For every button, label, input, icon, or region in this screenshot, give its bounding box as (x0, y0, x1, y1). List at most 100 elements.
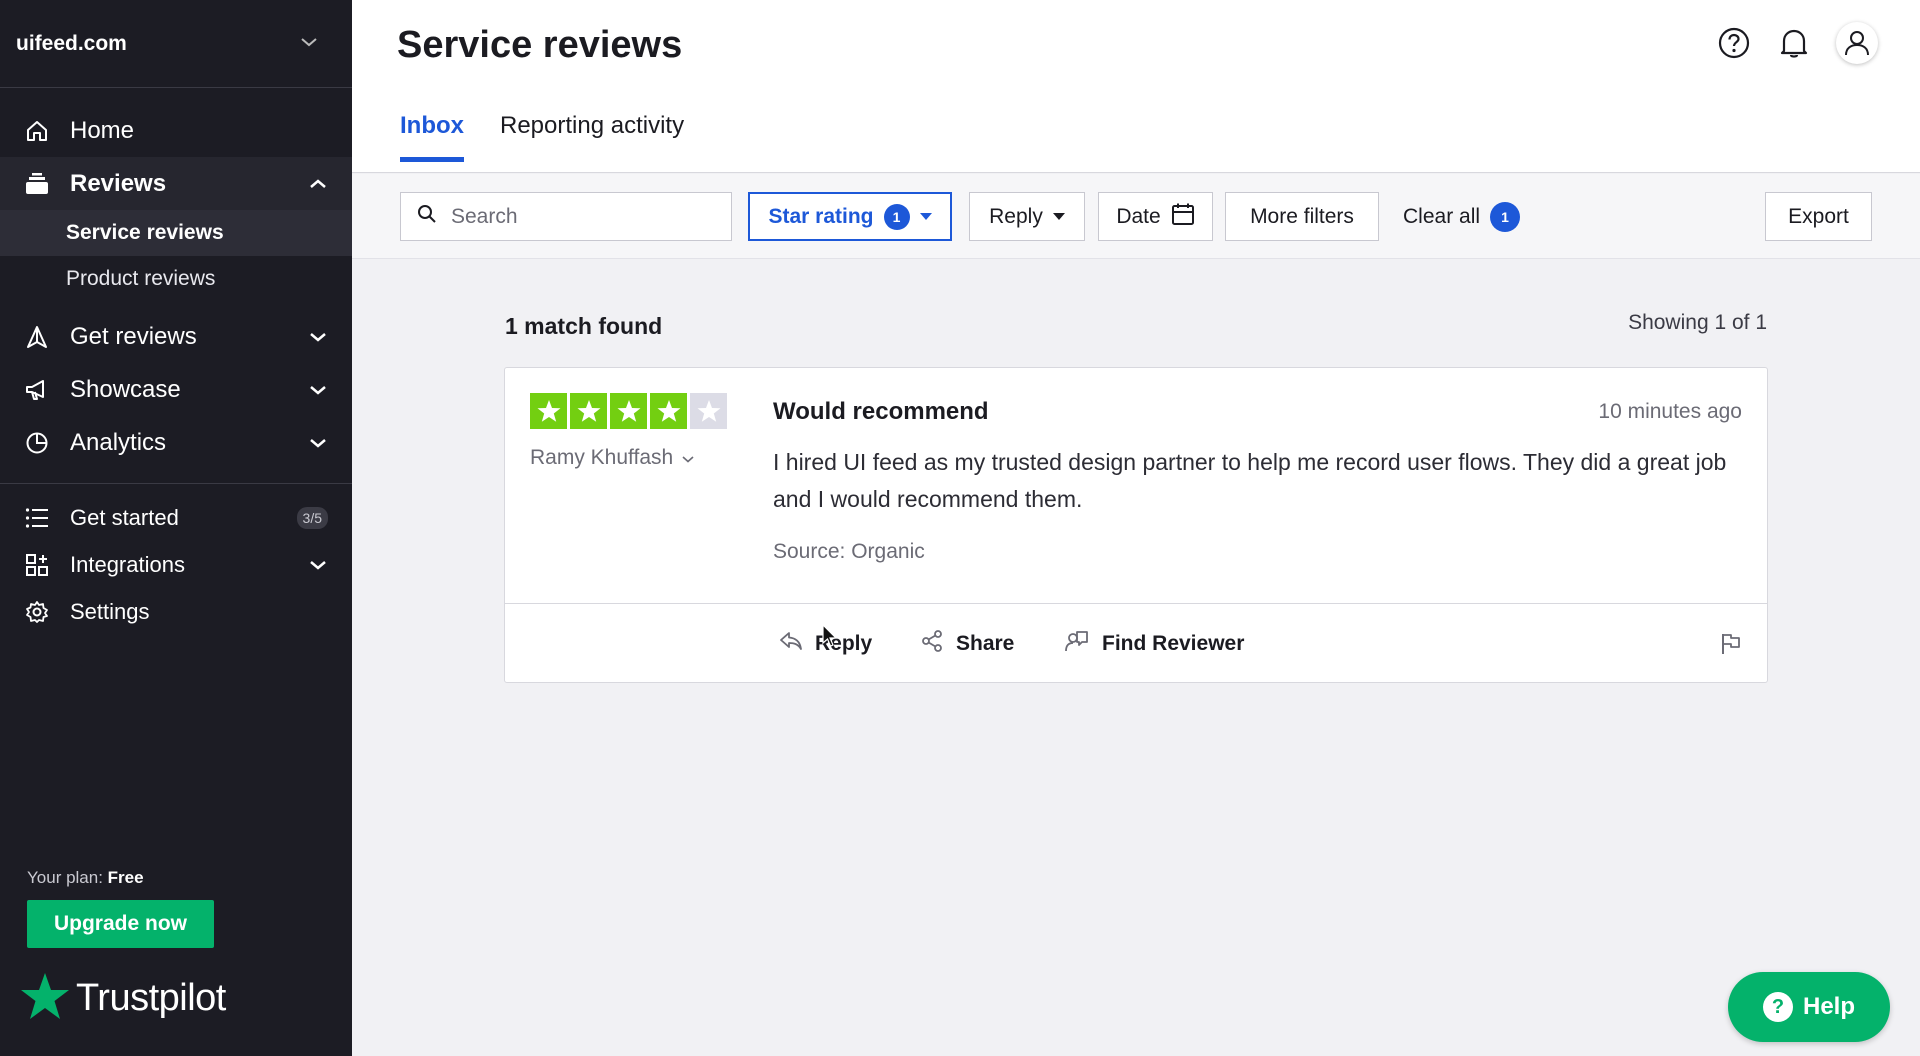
reviewer-name-dropdown[interactable]: Ramy Khuffash (530, 446, 695, 470)
user-icon (1845, 31, 1869, 56)
clear-all-label: Clear all (1403, 204, 1481, 228)
search-icon (417, 204, 437, 229)
list-icon (24, 505, 50, 531)
chevron-down-icon (308, 380, 328, 400)
caret-down-icon (1052, 213, 1065, 220)
find-reviewer-icon (1064, 629, 1090, 659)
review-source: Source: Organic (773, 540, 925, 563)
sidebar-item-label: Home (70, 116, 135, 144)
review-body: I hired UI feed as my trusted design par… (773, 449, 1727, 512)
send-arrow-icon (24, 324, 50, 350)
tab-reporting-activity[interactable]: Reporting activity (500, 112, 684, 162)
sidebar-subitem-service-reviews[interactable]: Service reviews (0, 210, 352, 256)
sidebar: uifeed.com Home Reviews Service reviews … (0, 0, 352, 1056)
find-reviewer-button[interactable]: Find Reviewer (1064, 604, 1244, 684)
caret-down-icon (919, 213, 932, 220)
plan-info: Your plan: Free (27, 868, 144, 888)
tab-inbox[interactable]: Inbox (400, 112, 464, 162)
domain-name: uifeed.com (16, 31, 127, 55)
star-rating-filter-button[interactable]: Star rating 1 (748, 192, 952, 241)
clear-all-button[interactable]: Clear all 1 (1403, 192, 1521, 241)
sidebar-item-label: Integrations (70, 551, 185, 577)
integrations-grid-icon (24, 552, 50, 578)
sidebar-divider (0, 483, 352, 484)
mouse-cursor-icon (822, 623, 838, 653)
sidebar-item-label: Settings (70, 598, 150, 624)
reply-filter-button[interactable]: Reply (969, 192, 1085, 241)
filter-label: Star rating (768, 204, 874, 228)
share-button[interactable]: Share (920, 604, 1014, 684)
upgrade-button[interactable]: Upgrade now (27, 900, 214, 948)
sidebar-item-analytics[interactable]: Analytics (0, 416, 352, 469)
chevron-up-icon (308, 174, 328, 194)
trustpilot-logo: Trustpilot (20, 972, 226, 1025)
chevron-down-icon (308, 327, 328, 347)
bell-icon[interactable] (1776, 25, 1812, 61)
page-header: Service reviews Inbox Reporting activity (352, 0, 1920, 173)
filter-label: Date (1116, 204, 1161, 228)
chevron-down-icon (308, 555, 328, 575)
sidebar-item-showcase[interactable]: Showcase (0, 363, 352, 416)
clear-all-count-badge: 1 (1490, 201, 1521, 232)
sidebar-item-label: Get started (70, 504, 179, 530)
calendar-icon (1171, 202, 1195, 232)
reviewer-name: Ramy Khuffash (530, 446, 674, 469)
question-icon: ? (1762, 992, 1793, 1022)
trustpilot-wordmark: Trustpilot (76, 977, 226, 1019)
plan-label: Your plan: (27, 868, 103, 887)
help-button[interactable]: ? Help (1728, 972, 1890, 1042)
search-field[interactable] (400, 192, 732, 241)
sidebar-item-home[interactable]: Home (0, 104, 352, 157)
sidebar-item-settings[interactable]: Settings (0, 588, 352, 635)
star-icon (530, 393, 567, 429)
help-circle-icon[interactable] (1716, 25, 1752, 61)
reviews-inbox-icon (24, 171, 50, 197)
page-title: Service reviews (397, 24, 683, 66)
chevron-down-icon (308, 433, 328, 453)
sidebar-item-integrations[interactable]: Integrations (0, 541, 352, 588)
star-rating (530, 393, 727, 429)
filter-label: Reply (989, 204, 1043, 228)
sidebar-item-get-reviews[interactable]: Get reviews (0, 310, 352, 363)
sidebar-item-reviews[interactable]: Reviews (0, 157, 352, 210)
sidebar-item-label: Reviews (70, 169, 167, 197)
sidebar-subitem-product-reviews[interactable]: Product reviews (0, 256, 352, 302)
share-icon (920, 629, 944, 659)
review-card: Ramy Khuffash Would recommend 10 minutes… (504, 367, 1768, 683)
find-reviewer-label: Find Reviewer (1102, 632, 1245, 655)
star-icon (570, 393, 607, 429)
sidebar-item-label: Get reviews (70, 322, 197, 350)
pie-chart-icon (24, 430, 50, 456)
tabs: Inbox Reporting activity (400, 112, 684, 162)
star-empty-icon (690, 393, 727, 429)
date-filter-button[interactable]: Date (1098, 192, 1213, 241)
flag-icon[interactable] (1720, 632, 1742, 661)
user-avatar[interactable] (1836, 22, 1878, 64)
megaphone-icon (24, 377, 50, 403)
trustpilot-star-icon (20, 972, 70, 1025)
share-label: Share (956, 632, 1015, 655)
domain-switcher[interactable]: uifeed.com (0, 0, 352, 88)
more-filters-button[interactable]: More filters (1225, 192, 1379, 241)
sidebar-item-label: Analytics (70, 428, 167, 456)
sidebar-item-label: Showcase (70, 375, 181, 403)
export-button[interactable]: Export (1765, 192, 1872, 241)
search-input[interactable] (451, 204, 711, 229)
home-icon (24, 118, 50, 144)
review-actions: Reply Share Find Reviewer (505, 603, 1767, 683)
chevron-down-icon (681, 446, 695, 470)
star-icon (650, 393, 687, 429)
sidebar-item-get-started[interactable]: Get started 3/5 (0, 494, 352, 541)
chevron-down-icon (300, 35, 318, 53)
review-timestamp: 10 minutes ago (1598, 400, 1742, 423)
header-actions (1716, 22, 1878, 64)
gear-icon (24, 599, 50, 625)
progress-badge: 3/5 (296, 506, 328, 529)
star-icon (610, 393, 647, 429)
match-count: 1 match found (505, 313, 663, 339)
reply-arrow-icon (779, 631, 803, 657)
help-label: Help (1802, 993, 1855, 1020)
plan-value: Free (107, 868, 144, 887)
pagination-summary: Showing 1 of 1 (1628, 311, 1767, 334)
review-title: Would recommend (773, 398, 989, 425)
